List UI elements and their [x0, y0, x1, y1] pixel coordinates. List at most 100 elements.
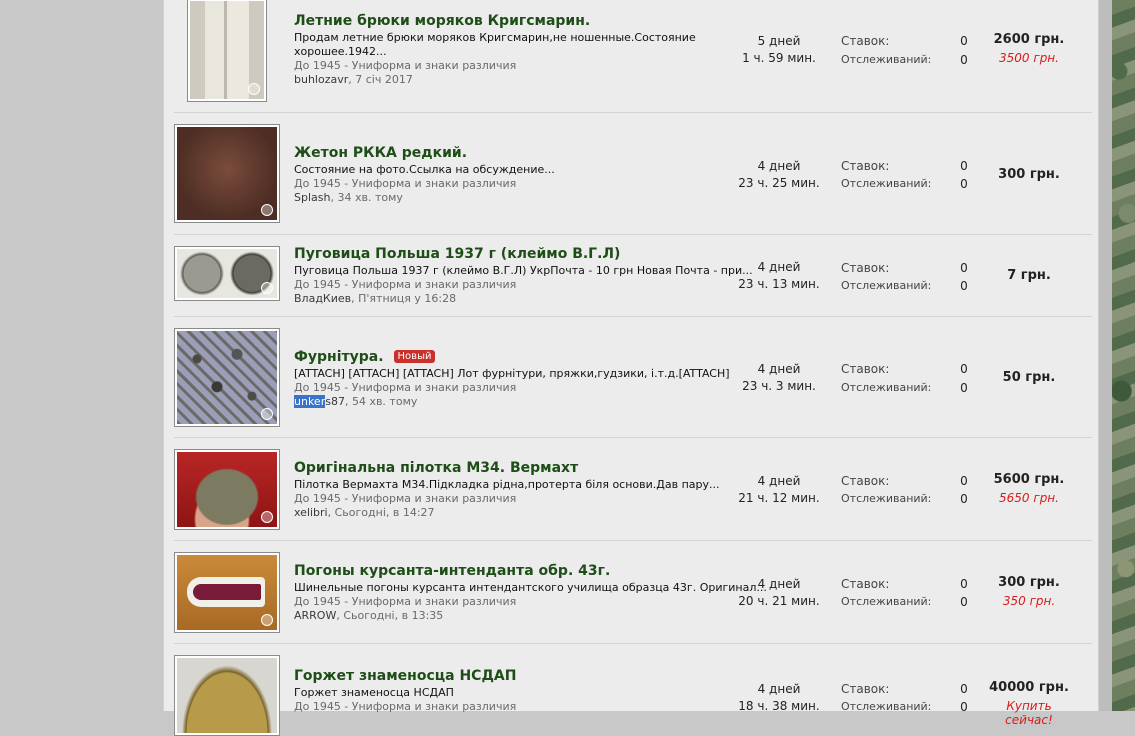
item-category[interactable]: До 1945 - Униформа и знаки различия [294, 381, 516, 394]
item-thumbnail[interactable] [187, 0, 267, 102]
camouflage-decoration [1112, 0, 1135, 711]
item-category[interactable]: До 1945 - Униформа и знаки различия [294, 177, 516, 190]
watchers-count: 0 [960, 53, 968, 67]
list-item[interactable]: Пуговица Польша 1937 г (клеймо В.Г.Л) Пу… [174, 235, 1092, 317]
item-date: , Сьогодні, в 13:35 [336, 609, 444, 622]
watchers-label: Отслеживаний: [841, 177, 932, 190]
item-price: 5600 грн. [993, 472, 1065, 487]
item-date: , Сьогодні, в 14:27 [327, 506, 435, 519]
item-price: 300 грн. [998, 575, 1060, 590]
item-author[interactable]: xelibri [294, 506, 328, 519]
item-thumbnail[interactable] [174, 449, 280, 530]
item-description: Состояние на фото.Ссылка на обсуждение..… [294, 163, 555, 176]
item-author[interactable]: ВладКиев [294, 292, 351, 305]
item-price-alt[interactable]: Купить сейчас! [984, 699, 1074, 727]
item-price: 40000 грн. [989, 680, 1069, 695]
time-remaining: 4 дней 20 ч. 21 мин. [734, 576, 824, 610]
item-author[interactable]: buhlozavr [294, 73, 348, 86]
item-price-alt: 350 грн. [1002, 594, 1056, 608]
item-date: , 7 січ 2017 [348, 73, 413, 86]
zoom-icon[interactable] [261, 614, 273, 626]
item-category[interactable]: До 1945 - Униформа и знаки различия [294, 700, 516, 713]
listing-panel: Летние брюки моряков Кригсмарин. Продам … [163, 0, 1099, 736]
watchers-count: 0 [960, 381, 968, 395]
bids-label: Ставок: [841, 362, 890, 376]
item-title[interactable]: Оригінальна пілотка М34. Вермахт [294, 460, 578, 476]
item-title[interactable]: Фурнітура. Новый [294, 349, 436, 365]
item-price: 50 грн. [1002, 370, 1056, 385]
item-author[interactable]: ARROW [294, 609, 336, 622]
item-author[interactable]: Splash [294, 191, 330, 204]
bids-label: Ставок: [841, 159, 890, 173]
item-title-text[interactable]: Фурнітура. [294, 349, 384, 365]
bids-label: Ставок: [841, 261, 890, 275]
time-remaining: 4 дней 23 ч. 13 мин. [734, 259, 824, 293]
time-hours: 21 ч. 12 мин. [738, 491, 820, 505]
item-title[interactable]: Жетон РККА редкий. [294, 145, 467, 161]
bids-label: Ставок: [841, 474, 890, 488]
watchers-label: Отслеживаний: [841, 492, 932, 505]
watchers-count: 0 [960, 279, 968, 293]
list-item[interactable]: Жетон РККА редкий. Состояние на фото.Ссы… [174, 113, 1092, 235]
item-title[interactable]: Пуговица Польша 1937 г (клеймо В.Г.Л) [294, 246, 620, 262]
time-hours: 23 ч. 25 мин. [738, 176, 820, 190]
time-hours: 20 ч. 21 мин. [738, 594, 820, 608]
watchers-label: Отслеживаний: [841, 279, 932, 292]
time-remaining: 4 дней 23 ч. 3 мин. [734, 361, 824, 395]
item-thumbnail[interactable] [174, 655, 280, 736]
item-price: 300 грн. [998, 167, 1060, 182]
bids-label: Ставок: [841, 682, 890, 696]
zoom-icon[interactable] [261, 511, 273, 523]
item-author-line: buhlozavr, 7 січ 2017 [294, 73, 413, 86]
item-description: Шинельные погоны курсанта интендантского… [294, 581, 767, 594]
watchers-count: 0 [960, 492, 968, 506]
list-item[interactable]: Горжет знаменосца НСДАП Горжет знаменосц… [174, 644, 1092, 736]
item-title[interactable]: Погоны курсанта-интенданта обр. 43г. [294, 563, 610, 579]
time-days: 4 дней [757, 474, 801, 488]
item-thumbnail[interactable] [174, 552, 280, 633]
time-remaining: 5 дней 1 ч. 59 мин. [734, 33, 824, 67]
bids-label: Ставок: [841, 577, 890, 591]
watchers-label: Отслеживаний: [841, 595, 932, 608]
watchers-label: Отслеживаний: [841, 53, 932, 66]
time-days: 5 дней [757, 34, 801, 48]
list-item[interactable]: Фурнітура. Новый [ATTACH] [ATTACH] [ATTAC… [174, 317, 1092, 438]
zoom-icon[interactable] [261, 408, 273, 420]
zoom-icon[interactable] [261, 282, 273, 294]
zoom-icon[interactable] [261, 204, 273, 216]
item-title[interactable]: Горжет знаменосца НСДАП [294, 668, 516, 684]
item-thumbnail[interactable] [174, 124, 280, 223]
watchers-count: 0 [960, 700, 968, 714]
item-category[interactable]: До 1945 - Униформа и знаки различия [294, 595, 516, 608]
item-category[interactable]: До 1945 - Униформа и знаки различия [294, 278, 516, 291]
new-badge: Новый [393, 350, 436, 363]
bids-count: 0 [960, 159, 968, 173]
watchers-label: Отслеживаний: [841, 700, 932, 713]
item-author-line: xelibri, Сьогодні, в 14:27 [294, 506, 435, 519]
item-price: 7 грн. [1007, 268, 1051, 283]
time-remaining: 4 дней 21 ч. 12 мин. [734, 473, 824, 507]
bids-count: 0 [960, 34, 968, 48]
item-category[interactable]: До 1945 - Униформа и знаки различия [294, 59, 516, 72]
item-thumbnail[interactable] [174, 246, 280, 301]
item-description: Продам летние брюки моряков Кригсмарин,н… [294, 31, 696, 58]
list-item[interactable]: Летние брюки моряков Кригсмарин. Продам … [174, 0, 1092, 113]
list-item[interactable]: Погоны курсанта-интенданта обр. 43г. Шин… [174, 541, 1092, 644]
item-thumbnail[interactable] [174, 328, 280, 427]
watchers-count: 0 [960, 177, 968, 191]
item-author-selected[interactable]: unker [294, 395, 326, 408]
item-price-alt: 5650 грн. [999, 491, 1059, 505]
item-date: , П'ятниця у 16:28 [351, 292, 457, 305]
zoom-icon[interactable] [248, 83, 260, 95]
time-days: 4 дней [757, 260, 801, 274]
item-category[interactable]: До 1945 - Униформа и знаки различия [294, 492, 516, 505]
item-title[interactable]: Летние брюки моряков Кригсмарин. [294, 13, 590, 29]
list-item[interactable]: Оригінальна пілотка М34. Вермахт Пілотка… [174, 438, 1092, 541]
item-description: Пілотка Вермахта М34.Підкладка рідна,про… [294, 478, 720, 491]
item-description: Горжет знаменосца НСДАП [294, 686, 454, 699]
watchers-label: Отслеживаний: [841, 381, 932, 394]
bids-count: 0 [960, 474, 968, 488]
item-author[interactable]: s87 [325, 395, 345, 408]
item-price-alt: 3500 грн. [999, 51, 1059, 65]
time-remaining: 4 дней 18 ч. 38 мин. [734, 681, 824, 715]
